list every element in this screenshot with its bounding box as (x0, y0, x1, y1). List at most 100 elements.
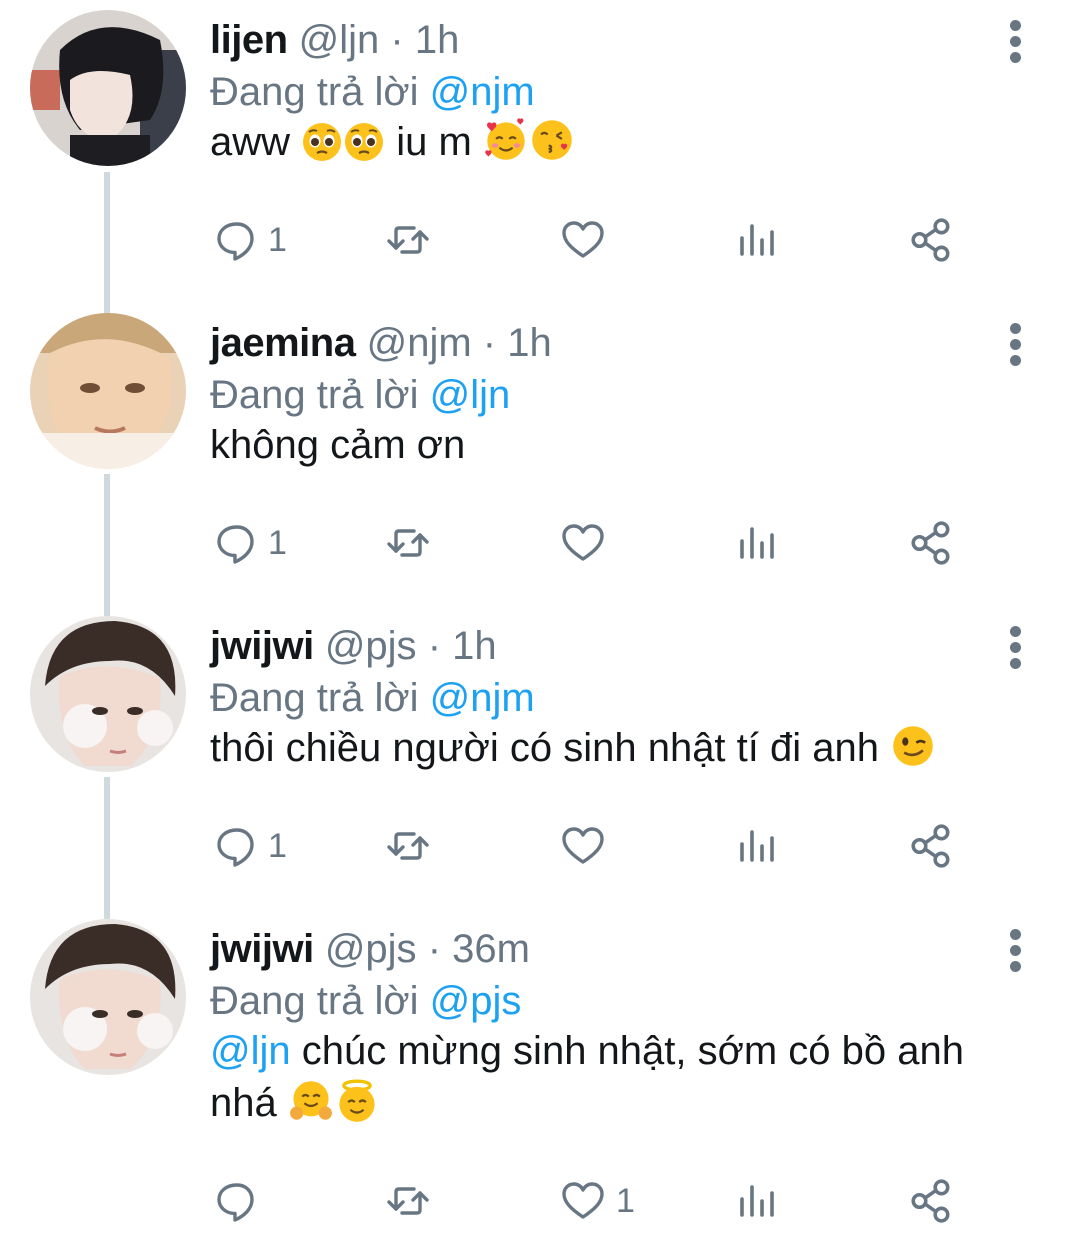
reply-count: 1 (268, 827, 287, 865)
user-handle[interactable]: @njm (367, 321, 472, 365)
like-icon (562, 221, 604, 258)
tweet-text-part: aww (210, 120, 291, 164)
retweet-button[interactable] (384, 515, 432, 571)
separator-dot: · (427, 927, 442, 971)
retweet-button[interactable] (384, 212, 432, 268)
replying-to-mention[interactable]: @ljn (430, 373, 511, 417)
tweet-header: jwijwi @pjs · 36m (210, 923, 530, 975)
separator-dot: · (390, 18, 404, 62)
replying-to-mention[interactable]: @njm (430, 70, 535, 114)
tweet-text: không cảm ơn (210, 419, 1010, 471)
display-name[interactable]: lijen (210, 18, 288, 62)
tweet-text-part: thôi chiều người có sinh nhật tí đi anh (210, 726, 879, 770)
reply-button[interactable]: 1 (214, 818, 287, 874)
user-handle[interactable]: @ljn (299, 18, 380, 62)
like-button[interactable] (560, 515, 616, 571)
share-button[interactable] (908, 1173, 954, 1229)
analytics-button[interactable] (736, 515, 778, 571)
hugging-face-emoji (288, 1080, 333, 1121)
reply-button[interactable]: 1 (214, 515, 287, 571)
user-handle[interactable]: @pjs (325, 624, 417, 668)
retweet-icon (387, 226, 429, 254)
avatar[interactable] (30, 919, 186, 1075)
like-button[interactable] (560, 818, 616, 874)
smiling-face-with-halo-emoji (337, 1079, 377, 1123)
avatar[interactable] (30, 313, 186, 469)
reply-button[interactable]: 1 (214, 212, 287, 268)
reply-icon (217, 828, 254, 867)
retweet-button[interactable] (384, 1173, 432, 1229)
replying-to-mention[interactable]: @pjs (430, 979, 522, 1023)
avatar[interactable] (30, 10, 186, 166)
tweet-text: aww iu m (210, 116, 1010, 168)
more-options-icon[interactable] (1004, 626, 1028, 670)
replying-to-label: Đang trả lời (210, 676, 419, 720)
replying-to: Đang trả lời @njm (210, 66, 535, 118)
retweet-button[interactable] (384, 818, 432, 874)
share-button[interactable] (908, 515, 954, 571)
pleading-face-emoji (344, 122, 385, 162)
tweet-header: jaemina @njm · 1h (210, 317, 552, 369)
tweet-actions: 1 (210, 515, 970, 571)
tweet-text-part: nhá (210, 1081, 277, 1125)
tweet-actions: 1 (210, 212, 970, 268)
reply-button[interactable] (214, 1173, 268, 1229)
user-handle[interactable]: @pjs (325, 927, 417, 971)
face-blowing-kiss-emoji (531, 119, 573, 161)
timestamp[interactable]: 1h (452, 624, 497, 668)
like-button[interactable] (560, 212, 616, 268)
share-icon (911, 521, 950, 565)
like-icon (562, 827, 604, 864)
avatar-photo (30, 10, 186, 166)
reply-count: 1 (268, 221, 287, 259)
tweet[interactable]: jwijwi @pjs · 1h Đang trả lời @njm thôi … (0, 606, 1080, 909)
replying-to: Đang trả lời @pjs (210, 975, 521, 1027)
tweet-actions: 1 (210, 1173, 970, 1229)
analytics-button[interactable] (736, 212, 778, 268)
share-icon (911, 1179, 950, 1223)
display-name[interactable]: jaemina (210, 321, 356, 365)
avatar-photo (30, 616, 186, 772)
avatar-photo (30, 919, 186, 1075)
tweet[interactable]: jaemina @njm · 1h Đang trả lời @ljn khôn… (0, 303, 1080, 606)
timestamp[interactable]: 36m (452, 927, 530, 971)
replying-to: Đang trả lời @njm (210, 672, 535, 724)
analytics-icon (740, 830, 774, 862)
tweet-text-part: không cảm ơn (210, 423, 466, 467)
reply-icon (217, 222, 254, 261)
more-options-icon[interactable] (1004, 323, 1028, 367)
share-button[interactable] (908, 818, 954, 874)
analytics-button[interactable] (736, 818, 778, 874)
avatar[interactable] (30, 616, 186, 772)
like-icon (562, 524, 604, 561)
display-name[interactable]: jwijwi (210, 624, 314, 668)
tweet-text: @ljn chúc mừng sinh nhật, sớm có bồ anh … (210, 1025, 1010, 1129)
tweet[interactable]: jwijwi @pjs · 36m Đang trả lời @pjs @ljn… (0, 909, 1080, 1235)
avatar-photo (30, 313, 186, 469)
winking-face-emoji (891, 724, 935, 768)
replying-to-label: Đang trả lời (210, 70, 419, 114)
replying-to-label: Đang trả lời (210, 979, 419, 1023)
tweet-text: thôi chiều người có sinh nhật tí đi anh (210, 722, 1010, 774)
replying-to-mention[interactable]: @njm (430, 676, 535, 720)
tweet-header: lijen @ljn · 1h (210, 14, 459, 66)
replying-to-label: Đang trả lời (210, 373, 419, 417)
timestamp[interactable]: 1h (415, 18, 460, 62)
tweet-mention[interactable]: @ljn (210, 1029, 291, 1073)
like-button[interactable]: 1 (560, 1173, 635, 1229)
analytics-button[interactable] (736, 1173, 778, 1229)
analytics-icon (740, 224, 774, 256)
smiling-face-with-hearts-emoji (484, 118, 526, 161)
reply-count: 1 (268, 524, 287, 562)
share-button[interactable] (908, 212, 954, 268)
like-count: 1 (616, 1182, 635, 1220)
retweet-icon (387, 529, 429, 557)
share-icon (911, 218, 950, 262)
pleading-face-emoji (302, 122, 343, 162)
more-options-icon[interactable] (1004, 929, 1028, 973)
tweet[interactable]: lijen @ljn · 1h Đang trả lời @njm aww iu… (0, 0, 1080, 303)
timestamp[interactable]: 1h (507, 321, 552, 365)
retweet-icon (387, 832, 429, 860)
more-options-icon[interactable] (1004, 20, 1028, 64)
display-name[interactable]: jwijwi (210, 927, 314, 971)
